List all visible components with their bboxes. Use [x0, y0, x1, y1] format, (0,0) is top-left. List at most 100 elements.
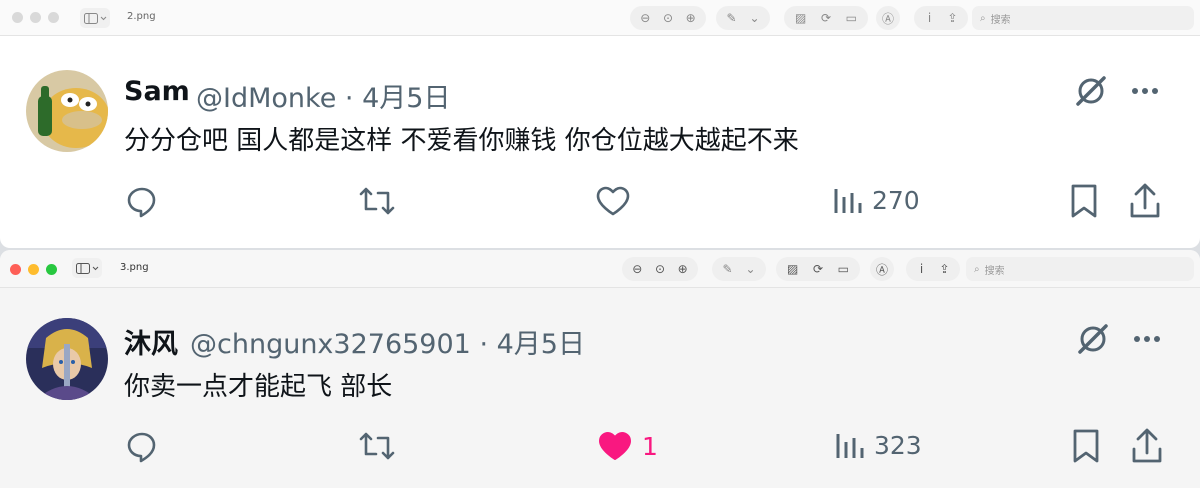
info-share-group: i ⇪: [906, 257, 960, 281]
zoom-actual-icon[interactable]: ⊙: [651, 260, 669, 278]
search-icon: ⌕: [974, 263, 980, 275]
share-icon[interactable]: ⇪: [944, 9, 962, 27]
grok-icon: [1076, 76, 1106, 106]
views-button[interactable]: 323: [834, 428, 922, 462]
retweet-icon: [359, 432, 395, 460]
search-field[interactable]: ⌕ 搜索: [966, 257, 1194, 281]
retweet-button[interactable]: [358, 183, 396, 219]
zoom-out-icon[interactable]: ⊖: [628, 260, 646, 278]
zoom-toolbar-group: ⊖ ⊙ ⊕: [630, 6, 706, 30]
file-name: 2.png: [127, 11, 156, 22]
minimize-window-button[interactable]: [28, 264, 39, 275]
preview-window-1: 2.png ⊖ ⊙ ⊕ ✎ ⌄ ▨ ⟳ ▭ Ⓐ i ⇪ ⌕ 搜索 Sam @Id…: [0, 0, 1200, 248]
tweet-text: 你卖一点才能起飞 部长: [124, 372, 393, 402]
bookmark-icon: [1071, 184, 1097, 218]
like-button[interactable]: 1: [596, 428, 658, 464]
bookmark-button[interactable]: [1070, 427, 1102, 465]
avatar[interactable]: [26, 70, 108, 152]
meta-separator: ·: [479, 329, 489, 360]
retweet-icon: [359, 187, 395, 215]
user-handle[interactable]: @chngunx32765901: [190, 329, 471, 360]
grok-icon: [1078, 324, 1108, 354]
tweet-meta: @chngunx32765901 · 4月5日: [190, 322, 585, 361]
chevron-down-icon: [92, 266, 98, 270]
zoom-in-icon[interactable]: ⊕: [682, 9, 700, 27]
zoom-window-button[interactable]: [46, 264, 57, 275]
heart-icon: [596, 186, 630, 216]
info-icon[interactable]: i: [913, 260, 931, 278]
image-adjust-icon[interactable]: ▨: [792, 9, 810, 27]
zoom-in-icon[interactable]: ⊕: [674, 260, 692, 278]
close-window-button[interactable]: [12, 12, 23, 23]
retweet-button[interactable]: [358, 428, 396, 464]
zoom-actual-icon[interactable]: ⊙: [659, 9, 677, 27]
search-field[interactable]: ⌕ 搜索: [972, 6, 1194, 30]
display-name[interactable]: 沐风: [124, 322, 178, 361]
zoom-window-button[interactable]: [48, 12, 59, 23]
zoom-toolbar-group: ⊖ ⊙ ⊕: [622, 257, 698, 281]
views-count: 270: [872, 185, 920, 215]
chevron-down-icon[interactable]: ⌄: [742, 260, 760, 278]
sidebar-toggle-button[interactable]: [72, 258, 102, 278]
annotate-icon[interactable]: Ⓐ: [874, 260, 890, 278]
sidebar-icon: [83, 12, 98, 24]
share-icon[interactable]: ⇪: [936, 260, 954, 278]
more-options-button[interactable]: [1132, 328, 1162, 350]
display-name[interactable]: Sam: [124, 76, 190, 107]
chevron-down-icon: [100, 16, 106, 20]
avatar-duck-image: [26, 70, 108, 152]
minimize-window-button[interactable]: [30, 12, 41, 23]
likes-count: 1: [642, 431, 658, 461]
preview-window-2: 3.png ⊖ ⊙ ⊕ ✎ ⌄ ▨ ⟳ ▭ Ⓐ i ⇪ ⌕ 搜索 沐风 @chn…: [0, 250, 1200, 488]
tweet-date[interactable]: 4月5日: [362, 83, 450, 114]
bookmark-icon: [1073, 429, 1099, 463]
annotate-toolbar-group: Ⓐ: [876, 6, 900, 30]
signature-icon[interactable]: ▭: [842, 9, 860, 27]
tweet-date[interactable]: 4月5日: [497, 329, 585, 360]
user-handle[interactable]: @IdMonke: [196, 83, 336, 114]
rotate-icon[interactable]: ⟳: [809, 260, 827, 278]
title-bar: 2.png ⊖ ⊙ ⊕ ✎ ⌄ ▨ ⟳ ▭ Ⓐ i ⇪ ⌕ 搜索: [0, 0, 1200, 36]
edit-toolbar-group: ▨ ⟳ ▭: [776, 257, 860, 281]
views-chart-icon: [836, 434, 864, 458]
like-button[interactable]: [594, 183, 632, 219]
image-adjust-icon[interactable]: ▨: [784, 260, 802, 278]
markup-toolbar-group: ✎ ⌄: [716, 6, 770, 30]
chevron-down-icon[interactable]: ⌄: [746, 9, 764, 27]
window-controls: [10, 264, 57, 275]
signature-icon[interactable]: ▭: [834, 260, 852, 278]
grok-button[interactable]: [1074, 74, 1108, 108]
share-button[interactable]: [1128, 182, 1162, 220]
reply-button[interactable]: [124, 183, 160, 219]
grok-button[interactable]: [1076, 322, 1110, 356]
annotate-icon[interactable]: Ⓐ: [880, 9, 896, 27]
window-controls: [12, 12, 59, 23]
search-placeholder: 搜索: [984, 265, 1005, 277]
info-share-group: i ⇪: [914, 6, 968, 30]
reply-icon: [127, 187, 156, 218]
annotate-toolbar-group: Ⓐ: [870, 257, 894, 281]
share-upload-icon: [1132, 428, 1162, 463]
title-bar: 3.png ⊖ ⊙ ⊕ ✎ ⌄ ▨ ⟳ ▭ Ⓐ i ⇪ ⌕ 搜索: [0, 250, 1200, 288]
close-window-button[interactable]: [10, 264, 21, 275]
views-button[interactable]: 270: [832, 183, 920, 217]
search-icon: ⌕: [980, 12, 986, 24]
zoom-out-icon[interactable]: ⊖: [636, 9, 654, 27]
info-icon[interactable]: i: [921, 9, 939, 27]
bookmark-button[interactable]: [1068, 182, 1100, 220]
reply-button[interactable]: [124, 428, 160, 464]
edit-toolbar-group: ▨ ⟳ ▭: [784, 6, 868, 30]
more-dots-icon: [1134, 336, 1160, 342]
rotate-icon[interactable]: ⟳: [817, 9, 835, 27]
views-chart-icon: [834, 189, 862, 213]
meta-separator: ·: [344, 83, 354, 114]
share-button[interactable]: [1130, 427, 1164, 465]
avatar[interactable]: [26, 318, 108, 400]
sidebar-toggle-button[interactable]: [80, 8, 110, 28]
pen-icon[interactable]: ✎: [719, 260, 737, 278]
markup-toolbar-group: ✎ ⌄: [712, 257, 766, 281]
views-count: 323: [874, 430, 922, 460]
pen-icon[interactable]: ✎: [723, 9, 741, 27]
more-options-button[interactable]: [1130, 80, 1160, 102]
sidebar-icon: [75, 262, 90, 274]
